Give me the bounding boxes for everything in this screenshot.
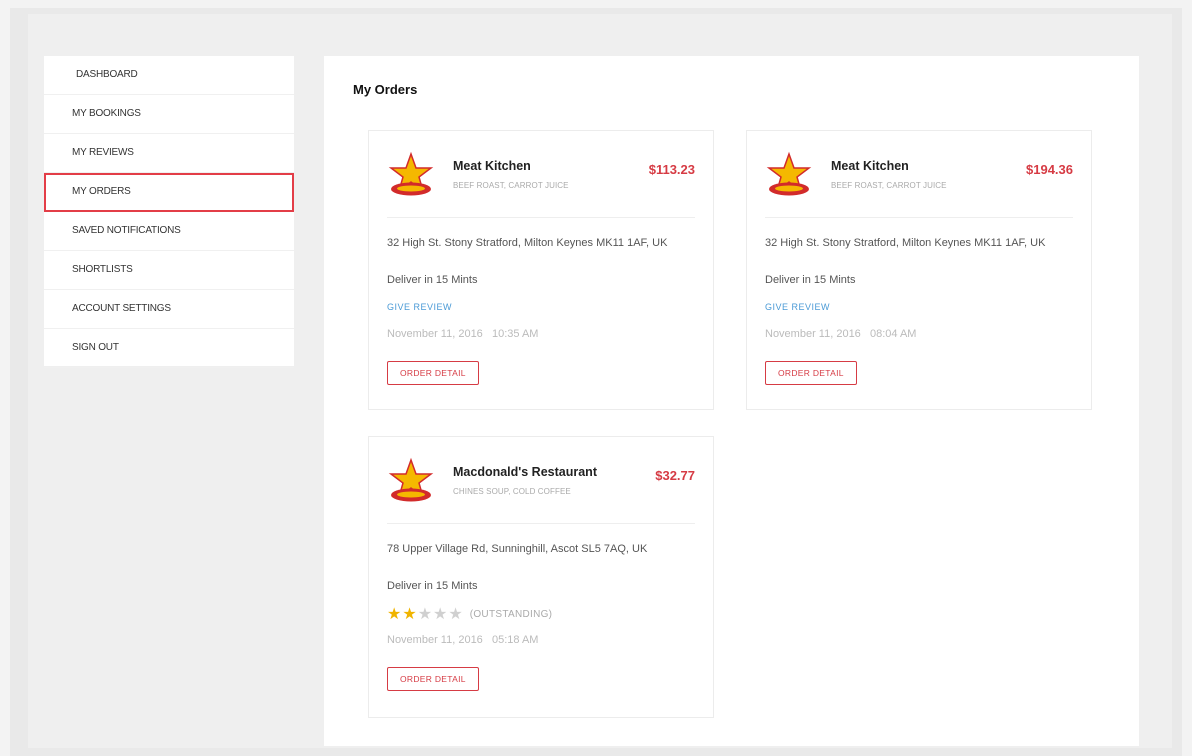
order-price: $113.23 bbox=[648, 162, 695, 177]
rating-label: (OUTSTANDING) bbox=[469, 609, 553, 620]
sidebar-item-my-orders[interactable]: MY ORDERS bbox=[44, 173, 294, 212]
sidebar-item-my-bookings[interactable]: MY BOOKINGS bbox=[44, 95, 294, 134]
star-burger-logo-icon bbox=[766, 151, 812, 196]
order-date: November 11, 2016 bbox=[387, 634, 483, 646]
order-time: 10:35 AM bbox=[491, 328, 539, 340]
order-card: Meat Kitchen BEEF ROAST, CARROT JUICE $1… bbox=[746, 130, 1092, 410]
delivery-address: 32 High St. Stony Stratford, Milton Keyn… bbox=[387, 237, 668, 249]
order-card: Meat Kitchen BEEF ROAST, CARROT JUICE $1… bbox=[368, 130, 714, 410]
order-time: 08:04 AM bbox=[869, 328, 917, 340]
order-card: Macdonald's Restaurant CHINES SOUP, COLD… bbox=[368, 436, 714, 718]
sidebar-item-dashboard[interactable]: DASHBOARD bbox=[44, 56, 294, 95]
sidebar-menu: DASHBOARD MY BOOKINGS MY REVIEWS MY ORDE… bbox=[44, 56, 294, 368]
restaurant-name: Meat Kitchen bbox=[831, 159, 909, 173]
order-date: November 11, 2016 bbox=[387, 328, 483, 340]
divider bbox=[765, 217, 1073, 218]
delivery-time: Deliver in 15 Mints bbox=[387, 580, 478, 592]
order-datetime: November 11, 2016 08:04 AM bbox=[765, 328, 916, 340]
order-datetime: November 11, 2016 05:18 AM bbox=[387, 634, 538, 646]
divider bbox=[387, 523, 695, 524]
order-items: BEEF ROAST, CARROT JUICE bbox=[453, 181, 569, 190]
divider bbox=[387, 217, 695, 218]
delivery-time: Deliver in 15 Mints bbox=[765, 274, 856, 286]
star-icon: ★ bbox=[448, 606, 463, 623]
order-time: 05:18 AM bbox=[491, 634, 539, 646]
star-icon: ★ bbox=[402, 606, 417, 623]
sidebar-item-my-reviews[interactable]: MY REVIEWS bbox=[44, 134, 294, 173]
restaurant-name: Meat Kitchen bbox=[453, 159, 531, 173]
sidebar-list: DASHBOARD MY BOOKINGS MY REVIEWS MY ORDE… bbox=[44, 56, 294, 368]
give-review-link[interactable]: GIVE REVIEW bbox=[387, 302, 452, 312]
order-detail-button[interactable]: ORDER DETAIL bbox=[387, 667, 479, 691]
star-icon: ★ bbox=[417, 606, 433, 623]
give-review-link[interactable]: GIVE REVIEW bbox=[765, 302, 830, 312]
sidebar-item-shortlists[interactable]: SHORTLISTS bbox=[44, 251, 294, 290]
star-icon: ★ bbox=[433, 606, 448, 623]
sidebar-item-sign-out[interactable]: SIGN OUT bbox=[44, 329, 294, 368]
star-icon: ★ bbox=[387, 606, 402, 623]
restaurant-name: Macdonald's Restaurant bbox=[453, 465, 597, 479]
delivery-address: 78 Upper Village Rd, Sunninghill, Ascot … bbox=[387, 543, 648, 555]
order-items: BEEF ROAST, CARROT JUICE bbox=[831, 181, 947, 190]
delivery-time: Deliver in 15 Mints bbox=[387, 274, 478, 286]
order-items: CHINES SOUP, COLD COFFEE bbox=[453, 487, 571, 496]
star-rating: ★★★★★ (OUTSTANDING) bbox=[387, 604, 552, 624]
order-price: $194.36 bbox=[1026, 162, 1073, 177]
page-title: My Orders bbox=[353, 82, 418, 97]
order-date: November 11, 2016 bbox=[765, 328, 861, 340]
order-detail-button[interactable]: ORDER DETAIL bbox=[765, 361, 857, 385]
sidebar-item-account-settings[interactable]: ACCOUNT SETTINGS bbox=[44, 290, 294, 329]
star-burger-logo-icon bbox=[388, 151, 434, 196]
sidebar-item-saved-notifications[interactable]: SAVED NOTIFICATIONS bbox=[44, 212, 294, 251]
order-price: $32.77 bbox=[655, 468, 695, 483]
order-detail-button[interactable]: ORDER DETAIL bbox=[387, 361, 479, 385]
orders-panel: My Orders Meat Kitchen BEEF ROAST, CARRO… bbox=[324, 56, 1139, 746]
star-burger-logo-icon bbox=[388, 457, 434, 502]
order-datetime: November 11, 2016 10:35 AM bbox=[387, 328, 538, 340]
delivery-address: 32 High St. Stony Stratford, Milton Keyn… bbox=[765, 237, 1046, 249]
